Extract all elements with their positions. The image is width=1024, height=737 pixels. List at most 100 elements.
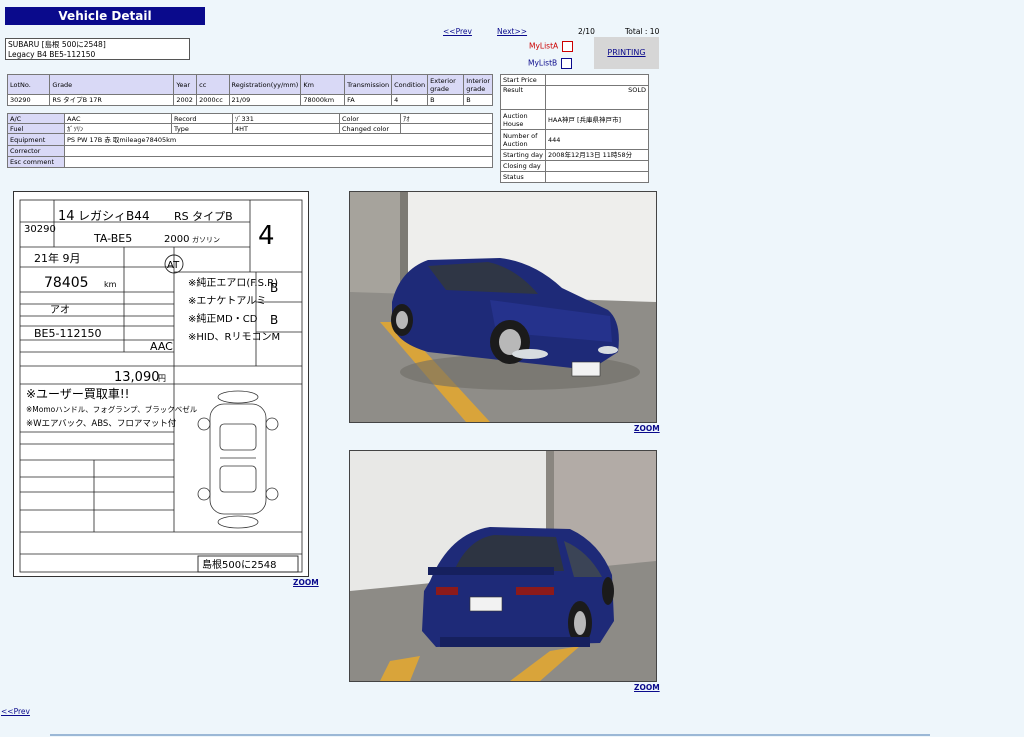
total-count: Total : 10 xyxy=(625,27,660,36)
spec-value: RS タイプB 17R xyxy=(49,94,175,106)
start-price-label: Start Price xyxy=(500,74,546,86)
sheet-plate: 島根500に2548 xyxy=(202,558,277,571)
ac-label: A/C xyxy=(7,113,65,124)
sheet-note-1: ※ユーザー買取車!! xyxy=(26,387,129,401)
page-counter: 2/10 xyxy=(578,27,595,36)
color-value: ｱｵ xyxy=(400,113,493,124)
prev-link[interactable]: <<Prev xyxy=(443,27,472,36)
sheet-recycle-unit: 円 xyxy=(158,374,166,383)
spec-value: 30290 xyxy=(6,94,51,106)
sheet-int: B xyxy=(270,281,278,295)
bottom-divider xyxy=(50,734,930,736)
auction-row: Auction House HAA神戸 [兵庫県神戸市] xyxy=(500,109,650,130)
spec-header: Condition xyxy=(391,74,429,95)
printing-box: PRINTING xyxy=(594,37,659,69)
mylist-b-label: MyListB xyxy=(528,58,558,68)
spec-value: 4 xyxy=(391,94,429,106)
corrector-value xyxy=(64,145,493,157)
auction-row: Result SOLD xyxy=(500,85,650,110)
auction-number-label: Number of Auction xyxy=(500,129,546,150)
result-value: SOLD xyxy=(544,85,650,110)
auction-row: Starting day 2008年12月13日 11時58分 xyxy=(500,149,650,161)
sheet-ext: B xyxy=(270,313,278,327)
printing-link[interactable]: PRINTING xyxy=(607,48,645,57)
spec-header: Km xyxy=(300,74,346,95)
car-photo-front[interactable] xyxy=(349,191,657,423)
changed-color-value xyxy=(400,123,493,134)
sheet-ac: AAC xyxy=(150,340,173,353)
fuel-value: ｶﾞｿﾘﾝ xyxy=(64,123,172,134)
sheet-km-unit: km xyxy=(104,280,117,289)
vehicle-model-frame: Legacy B4 BE5-112150 xyxy=(8,50,96,59)
result-label: Result xyxy=(500,85,546,110)
sheet-recycle: 13,090 xyxy=(114,370,160,385)
spec-value: B xyxy=(463,94,493,106)
mylist-a: MyListA xyxy=(529,41,574,52)
spec-value: FA xyxy=(344,94,393,106)
spec-value: 2000cc xyxy=(196,94,230,106)
spec-value: 21/09 xyxy=(228,94,302,106)
rear-photo-zoom-link[interactable]: ZOOM xyxy=(634,683,660,692)
starting-day-label: Starting day xyxy=(500,149,546,161)
sheet-point-1: ※純正エアロ(F.S.R) xyxy=(188,276,278,289)
sheet-color: アオ xyxy=(50,304,70,316)
spec-value-row: 30290 RS タイプB 17R 2002 2000cc 21/09 7800… xyxy=(6,94,493,106)
auction-row: Closing day xyxy=(500,160,650,172)
equipment-value: PS PW 17B 赤 取mileage78405km xyxy=(64,133,493,146)
record-label: Record xyxy=(171,113,233,124)
details-row: A/C AAC Record ｿﾞ331 Color ｱｵ xyxy=(7,113,493,124)
sheet-car-diagram xyxy=(197,390,279,529)
type-value: 4HT xyxy=(232,123,340,134)
bottom-prev-link[interactable]: <<Prev xyxy=(1,707,30,716)
auction-house-label: Auction House xyxy=(500,109,546,130)
sheet-note-3: ※Wエアバック、ABS、フロアマット付 xyxy=(26,418,177,429)
spec-header-row: LotNo. Grade Year cc Registration(yy/mm)… xyxy=(6,74,493,95)
mylist-a-checkbox[interactable] xyxy=(562,41,574,52)
mylist-a-label: MyListA xyxy=(529,41,559,51)
car-rear-drawing xyxy=(350,451,656,681)
sheet-at: AT xyxy=(167,260,180,271)
spec-header: cc xyxy=(196,74,230,95)
sheet-model: レガシィB4 xyxy=(78,209,142,223)
car-photo-rear[interactable] xyxy=(349,450,657,682)
sheet-shaken: 21年 9月 xyxy=(34,251,81,265)
details-row: Fuel ｶﾞｿﾘﾝ Type 4HT Changed color xyxy=(7,123,493,134)
mylist-b-checkbox[interactable] xyxy=(561,58,573,69)
sheet-point-4: ※HID、RリモコンM xyxy=(188,332,280,343)
fuel-label: Fuel xyxy=(7,123,65,134)
spec-table: LotNo. Grade Year cc Registration(yy/mm)… xyxy=(6,74,493,106)
spec-header: LotNo. xyxy=(6,74,51,95)
sheet-km: 78405 xyxy=(44,275,89,291)
next-link[interactable]: Next>> xyxy=(497,27,527,36)
sheet-point-3: ※純正MD・CD xyxy=(188,312,258,325)
record-value: ｿﾞ331 xyxy=(232,113,340,124)
sheet-doors: 4 xyxy=(142,209,150,223)
comment-value xyxy=(64,156,493,168)
spec-header: Registration(yy/mm) xyxy=(228,74,302,95)
car-front-drawing xyxy=(350,192,656,422)
sheet-zoom-link[interactable]: ZOOM xyxy=(293,578,319,587)
spec-header: Interior grade xyxy=(463,74,493,95)
page-title: Vehicle Detail xyxy=(5,7,205,25)
sheet-fuel: ガソリン xyxy=(192,235,220,244)
auction-number-value: 444 xyxy=(544,129,650,150)
closing-day-value xyxy=(544,160,650,172)
start-price-value xyxy=(544,74,650,86)
sheet-frame: BE5-112150 xyxy=(34,327,101,340)
auction-sheet-image[interactable]: 30290 14 レガシィB4 4 RS タイプB TA-BE5 2000 ガソ… xyxy=(13,191,309,577)
status-label: Status xyxy=(500,171,546,183)
type-label: Type xyxy=(171,123,233,134)
auction-house-value: HAA神戸 [兵庫県神戸市] xyxy=(544,109,650,130)
sheet-grade: RS タイプB xyxy=(174,210,233,223)
corrector-label: Corrector xyxy=(7,145,65,157)
status-value xyxy=(544,171,650,183)
spec-value: 2002 xyxy=(173,94,198,106)
spec-header: Exterior grade xyxy=(427,74,465,95)
ac-value: AAC xyxy=(64,113,172,124)
sheet-score: 4 xyxy=(258,221,275,251)
bottom-prev-wrap: <<Prev xyxy=(1,707,30,716)
spec-header: Year xyxy=(173,74,198,95)
details-row: Esc comment xyxy=(7,156,493,168)
front-photo-zoom-link[interactable]: ZOOM xyxy=(634,424,660,433)
color-label: Color xyxy=(339,113,401,124)
